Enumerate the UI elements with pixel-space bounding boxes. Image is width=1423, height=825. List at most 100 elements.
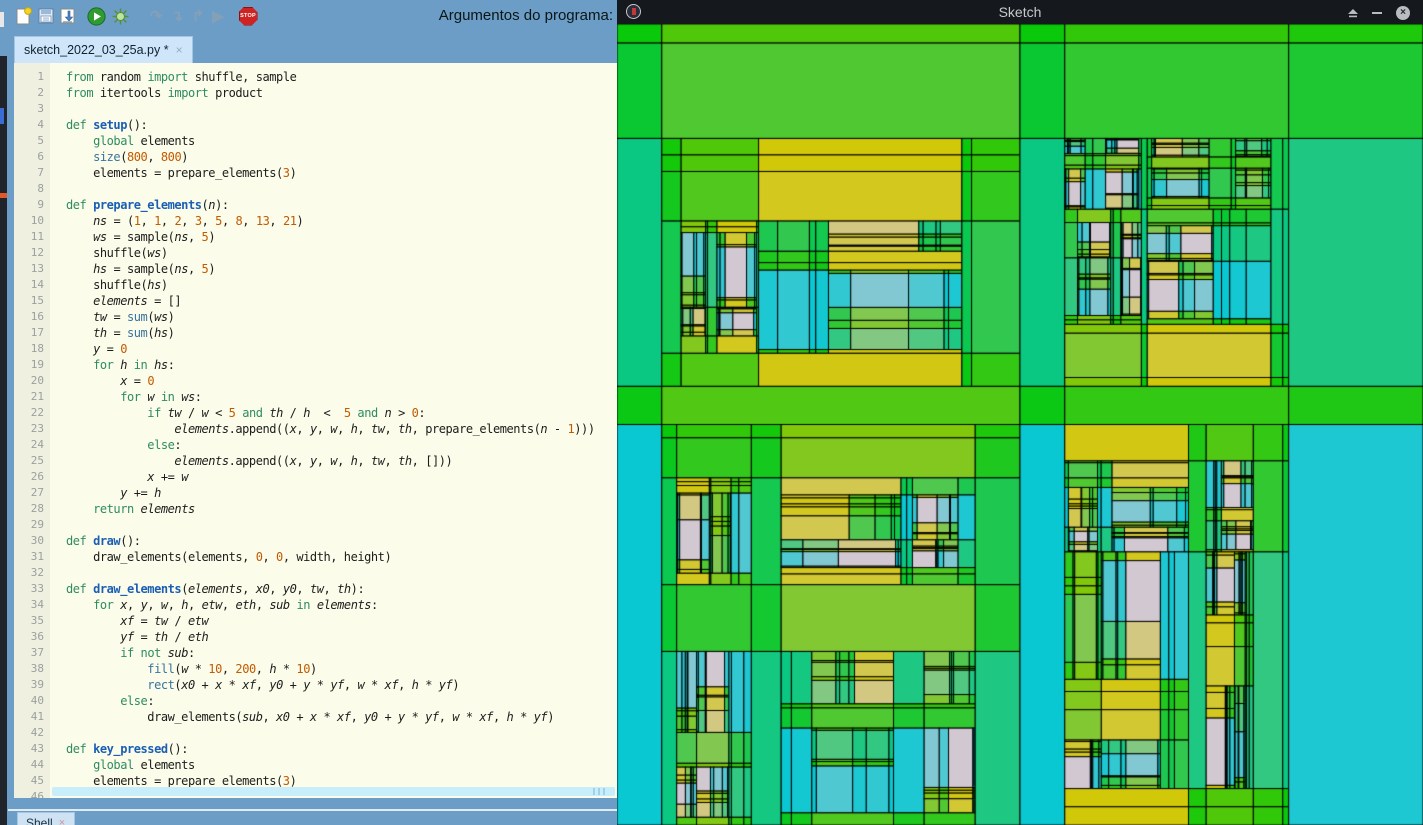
code-line: 13 hs = sample(ns, 5) — [14, 261, 617, 277]
minimize-icon[interactable] — [1369, 5, 1385, 20]
shade-icon[interactable] — [1345, 5, 1361, 20]
code-line: 38 fill(w * 10, 200, h * 10) — [14, 661, 617, 677]
code-line: 23 elements.append((x, y, w, h, tw, th, … — [14, 421, 617, 437]
save-as-icon[interactable] — [58, 6, 78, 26]
line-number: 34 — [30, 598, 44, 611]
code-lines: 1 from random import shuffle, sample 2 from… — [14, 69, 617, 798]
line-number: 1 — [37, 70, 44, 83]
line-number: 29 — [30, 518, 44, 531]
line-number: 23 — [30, 422, 44, 435]
code-line: 40 else: — [14, 693, 617, 709]
line-number: 28 — [30, 502, 44, 515]
code-line: 28 return elements — [14, 501, 617, 517]
tab-close-icon[interactable]: × — [176, 43, 183, 57]
sketch-app-icon — [626, 4, 641, 19]
shell-tab-close-icon[interactable]: × — [59, 817, 65, 825]
code-line: 5 global elements — [14, 133, 617, 149]
code-line: 10 ns = (1, 1, 2, 3, 5, 8, 13, 21) — [14, 213, 617, 229]
line-number: 26 — [30, 470, 44, 483]
code-line: 31 draw_elements(elements, 0, 0, width, … — [14, 549, 617, 565]
shell-tab-title: Shell — [26, 816, 53, 825]
line-number: 31 — [30, 550, 44, 563]
step-into-icon[interactable]: ↴ — [167, 6, 187, 26]
line-number: 36 — [30, 630, 44, 643]
editor-tabbar: sketch_2022_03_25a.py * × — [0, 36, 617, 63]
background-window-sliver — [0, 56, 7, 825]
line-number: 40 — [30, 694, 44, 707]
code-line: 27 y += h — [14, 485, 617, 501]
code-line: 2 from itertools import product — [14, 85, 617, 101]
code-line: 36 yf = th / eth — [14, 629, 617, 645]
code-line: 8 — [14, 181, 617, 197]
line-number: 5 — [37, 134, 44, 147]
line-number: 46 — [30, 790, 44, 798]
code-line: 14 shuffle(hs) — [14, 277, 617, 293]
code-line: 6 size(800, 800) — [14, 149, 617, 165]
sketch-window-title: Sketch — [998, 4, 1042, 20]
line-number: 35 — [30, 614, 44, 627]
thonny-window: ↷ ↴ ↱ ▶ STOP Argumentos do programa: ske… — [0, 0, 617, 825]
background-sliver-blue-mark — [0, 108, 4, 124]
line-number: 21 — [30, 390, 44, 403]
code-line: 35 xf = tw / etw — [14, 613, 617, 629]
line-number: 9 — [37, 198, 44, 211]
code-line: 9 def prepare_elements(n): — [14, 197, 617, 213]
toolbar: ↷ ↴ ↱ ▶ STOP Argumentos do programa: — [0, 0, 617, 34]
horizontal-scrollbar[interactable] — [52, 787, 615, 796]
code-line: 19 for h in hs: — [14, 357, 617, 373]
line-number: 43 — [30, 742, 44, 755]
code-line: 43 def key_pressed(): — [14, 741, 617, 757]
resume-icon[interactable]: ▶ — [208, 6, 228, 26]
line-number: 16 — [30, 310, 44, 323]
code-line: 1 from random import shuffle, sample — [14, 69, 617, 85]
sketch-window: Sketch × — [617, 0, 1423, 825]
code-line: 3 — [14, 101, 617, 117]
code-editor[interactable]: 1 from random import shuffle, sample 2 from… — [14, 63, 617, 798]
code-line: 44 global elements — [14, 757, 617, 773]
line-number: 24 — [30, 438, 44, 451]
line-number: 12 — [30, 246, 44, 259]
code-line: 37 if not sub: — [14, 645, 617, 661]
line-number: 41 — [30, 710, 44, 723]
code-line: 41 draw_elements(sub, x0 + x * xf, y0 + … — [14, 709, 617, 725]
code-line: 12 shuffle(ws) — [14, 245, 617, 261]
shell-tab[interactable]: Shell × — [17, 812, 75, 825]
stop-label: STOP — [238, 6, 258, 26]
sketch-canvas[interactable] — [617, 24, 1423, 825]
line-number: 39 — [30, 678, 44, 691]
program-arguments-label: Argumentos do programa: — [438, 7, 613, 24]
step-over-icon[interactable]: ↷ — [146, 6, 166, 26]
scrollbar-grip[interactable] — [593, 788, 607, 795]
close-icon[interactable]: × — [1395, 5, 1411, 20]
line-number: 30 — [30, 534, 44, 547]
line-number: 45 — [30, 774, 44, 787]
line-number: 4 — [37, 118, 44, 131]
editor-tab-title: sketch_2022_03_25a.py * — [24, 43, 169, 57]
step-out-icon[interactable]: ↱ — [188, 6, 208, 26]
code-line: 32 — [14, 565, 617, 581]
line-number: 19 — [30, 358, 44, 371]
code-line: 22 if tw / w < 5 and th / h < 5 and n > … — [14, 405, 617, 421]
code-line: 42 — [14, 725, 617, 741]
save-icon[interactable] — [36, 6, 56, 26]
line-number: 44 — [30, 758, 44, 771]
line-number: 42 — [30, 726, 44, 739]
new-file-icon[interactable] — [14, 6, 34, 26]
line-number: 3 — [37, 102, 44, 115]
line-number: 22 — [30, 406, 44, 419]
screen: ↷ ↴ ↱ ▶ STOP Argumentos do programa: ske… — [0, 0, 1423, 825]
code-line: 39 rect(x0 + x * xf, y0 + y * yf, w * xf… — [14, 677, 617, 693]
editor-tab[interactable]: sketch_2022_03_25a.py * × — [14, 36, 193, 63]
code-line: 17 th = sum(hs) — [14, 325, 617, 341]
line-number: 20 — [30, 374, 44, 387]
line-number: 27 — [30, 486, 44, 499]
debug-icon[interactable] — [110, 6, 130, 26]
line-number: 6 — [37, 150, 44, 163]
run-icon[interactable] — [86, 6, 106, 26]
stop-icon[interactable]: STOP — [238, 6, 258, 26]
line-number: 38 — [30, 662, 44, 675]
sketch-titlebar[interactable]: Sketch × — [617, 0, 1423, 24]
code-line: 20 x = 0 — [14, 373, 617, 389]
code-line: 4 def setup(): — [14, 117, 617, 133]
line-number: 15 — [30, 294, 44, 307]
